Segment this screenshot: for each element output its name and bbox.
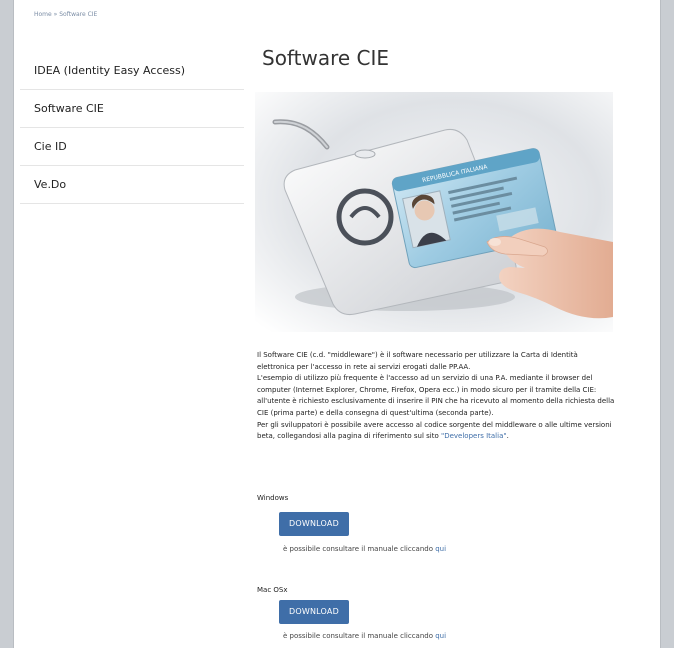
description-paragraph-2: L'esempio di utilizzo più frequente è l'…	[257, 374, 615, 417]
description-paragraph-3-end: .	[506, 432, 509, 441]
windows-manual-label: è possibile consultare il manuale clicca…	[283, 545, 436, 553]
breadcrumb: Home » Software CIE	[34, 11, 97, 18]
sidebar-item-idea[interactable]: IDEA (Identity Easy Access)	[20, 52, 244, 90]
description-paragraph-1: Il Software CIE (c.d. "middleware") è il…	[257, 351, 578, 371]
description-paragraph-3: Per gli sviluppatori è possibile avere a…	[257, 420, 617, 443]
windows-download-button[interactable]: DOWNLOAD	[279, 512, 349, 536]
sidebar-item-software-cie[interactable]: Software CIE	[20, 90, 244, 128]
macos-manual-label: è possibile consultare il manuale clicca…	[283, 632, 436, 640]
sidebar-nav: IDEA (Identity Easy Access) Software CIE…	[20, 52, 244, 204]
windows-label: Windows	[257, 494, 289, 502]
page-title: Software CIE	[262, 46, 390, 70]
breadcrumb-current: Software CIE	[59, 11, 98, 18]
developers-italia-link[interactable]: "Developers Italia"	[441, 432, 507, 440]
windows-manual-link[interactable]: qui	[435, 545, 446, 553]
sidebar-item-vedo[interactable]: Ve.Do	[20, 166, 244, 204]
breadcrumb-home-link[interactable]: Home	[34, 11, 52, 18]
macos-label: Mac OSx	[257, 586, 288, 594]
description: Il Software CIE (c.d. "middleware") è il…	[257, 350, 617, 443]
macos-manual-link[interactable]: qui	[435, 632, 446, 640]
windows-manual-text: è possibile consultare il manuale clicca…	[283, 545, 446, 553]
macos-download-button[interactable]: DOWNLOAD	[279, 600, 349, 624]
hero-image: REPUBBLICA ITALIANA	[255, 92, 613, 332]
description-paragraph-3-text: Per gli sviluppatori è possibile avere a…	[257, 420, 612, 441]
macos-manual-text: è possibile consultare il manuale clicca…	[283, 632, 446, 640]
breadcrumb-separator: »	[53, 11, 58, 18]
cie-card-reader-image: REPUBBLICA ITALIANA	[255, 92, 613, 332]
sidebar-item-cie-id[interactable]: Cie ID	[20, 128, 244, 166]
